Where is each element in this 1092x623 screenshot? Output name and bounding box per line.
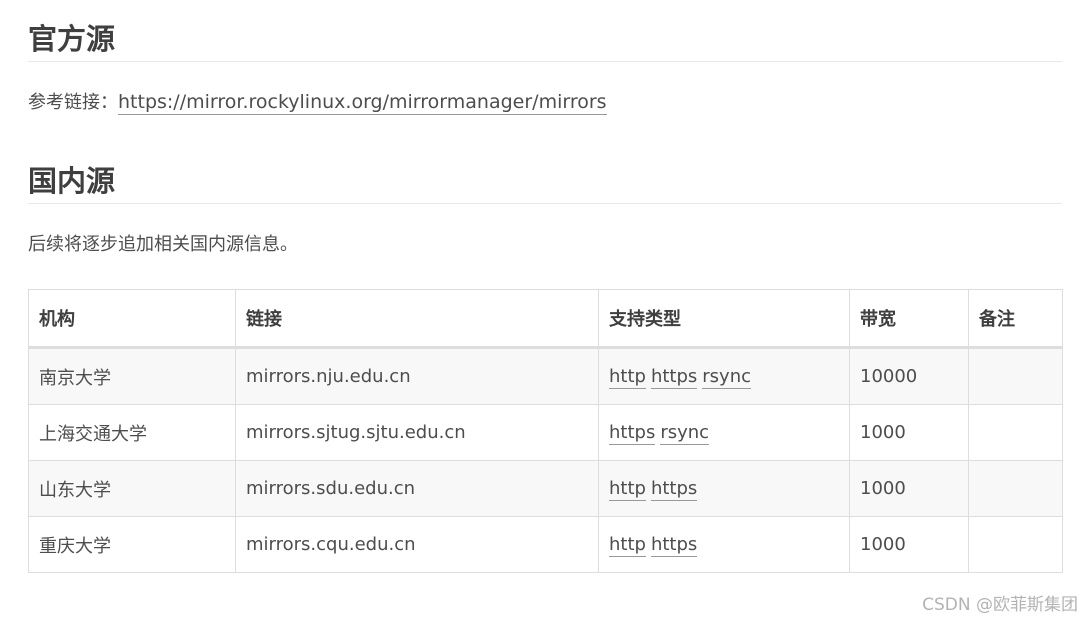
cell-note [968, 516, 1063, 573]
watermark: CSDN @欧菲斯集团 [922, 595, 1078, 615]
header-link: 链接 [235, 289, 599, 349]
cell-link: mirrors.sjtug.sjtu.edu.cn [235, 404, 599, 461]
protocol-link[interactable]: https [650, 366, 698, 389]
header-bandwidth: 带宽 [849, 289, 969, 349]
cell-bandwidth: 10000 [849, 347, 969, 405]
protocol-link[interactable]: http [609, 534, 646, 557]
cell-types: https rsync [598, 404, 850, 461]
cell-bandwidth: 1000 [849, 404, 969, 461]
protocol-link[interactable]: http [609, 478, 646, 501]
cell-note [968, 347, 1063, 405]
cell-types: http https [598, 516, 850, 573]
table-row: 南京大学 mirrors.nju.edu.cn http https rsync 1000… [28, 347, 1063, 405]
cell-org: 南京大学 [28, 347, 236, 405]
table-row: 重庆大学 mirrors.cqu.edu.cn http https 1000 [28, 516, 1063, 573]
cell-link: mirrors.nju.edu.cn [235, 347, 599, 405]
header-org: 机构 [28, 289, 236, 349]
table-row: 上海交通大学 mirrors.sjtug.sjtu.edu.cn https rsyn… [28, 404, 1063, 461]
cell-link: mirrors.sdu.edu.cn [235, 460, 599, 517]
official-source-heading: 官方源 [28, 20, 1062, 62]
domestic-note: 后续将逐步追加相关国内源信息。 [28, 234, 298, 255]
protocol-link[interactable]: https [609, 422, 656, 445]
cell-types: http https [598, 460, 850, 517]
table-row: 山东大学 mirrors.sdu.edu.cn http https 1000 [28, 460, 1063, 517]
cell-note [968, 404, 1063, 461]
reference-label: 参考链接： [28, 92, 118, 113]
mirror-table: 机构 链接 支持类型 带宽 备注 南京大学 mirrors.nju.edu.cn h… [28, 289, 1063, 573]
domestic-source-heading: 国内源 [28, 162, 1062, 204]
protocol-link[interactable]: rsync [660, 422, 710, 445]
protocol-link[interactable]: https [650, 534, 698, 557]
cell-link: mirrors.cqu.edu.cn [235, 516, 599, 573]
protocol-link[interactable]: http [609, 366, 646, 389]
cell-bandwidth: 1000 [849, 516, 969, 573]
cell-types: http https rsync [598, 347, 850, 405]
cell-org: 山东大学 [28, 460, 236, 517]
reference-link[interactable]: https://mirror.rockylinux.org/mirrormana… [118, 91, 607, 115]
protocol-link[interactable]: https [650, 478, 698, 501]
reference-paragraph: 参考链接：https://mirror.rockylinux.org/mirro… [28, 88, 607, 117]
mirror-table-body: 南京大学 mirrors.nju.edu.cn http https rsync 1000… [28, 347, 1063, 573]
cell-note [968, 460, 1063, 517]
cell-bandwidth: 1000 [849, 460, 969, 517]
cell-org: 重庆大学 [28, 516, 236, 573]
table-header-row: 机构 链接 支持类型 带宽 备注 [28, 289, 1063, 349]
header-types: 支持类型 [598, 289, 850, 349]
header-note: 备注 [968, 289, 1063, 349]
cell-org: 上海交通大学 [28, 404, 236, 461]
protocol-link[interactable]: rsync [702, 366, 752, 389]
